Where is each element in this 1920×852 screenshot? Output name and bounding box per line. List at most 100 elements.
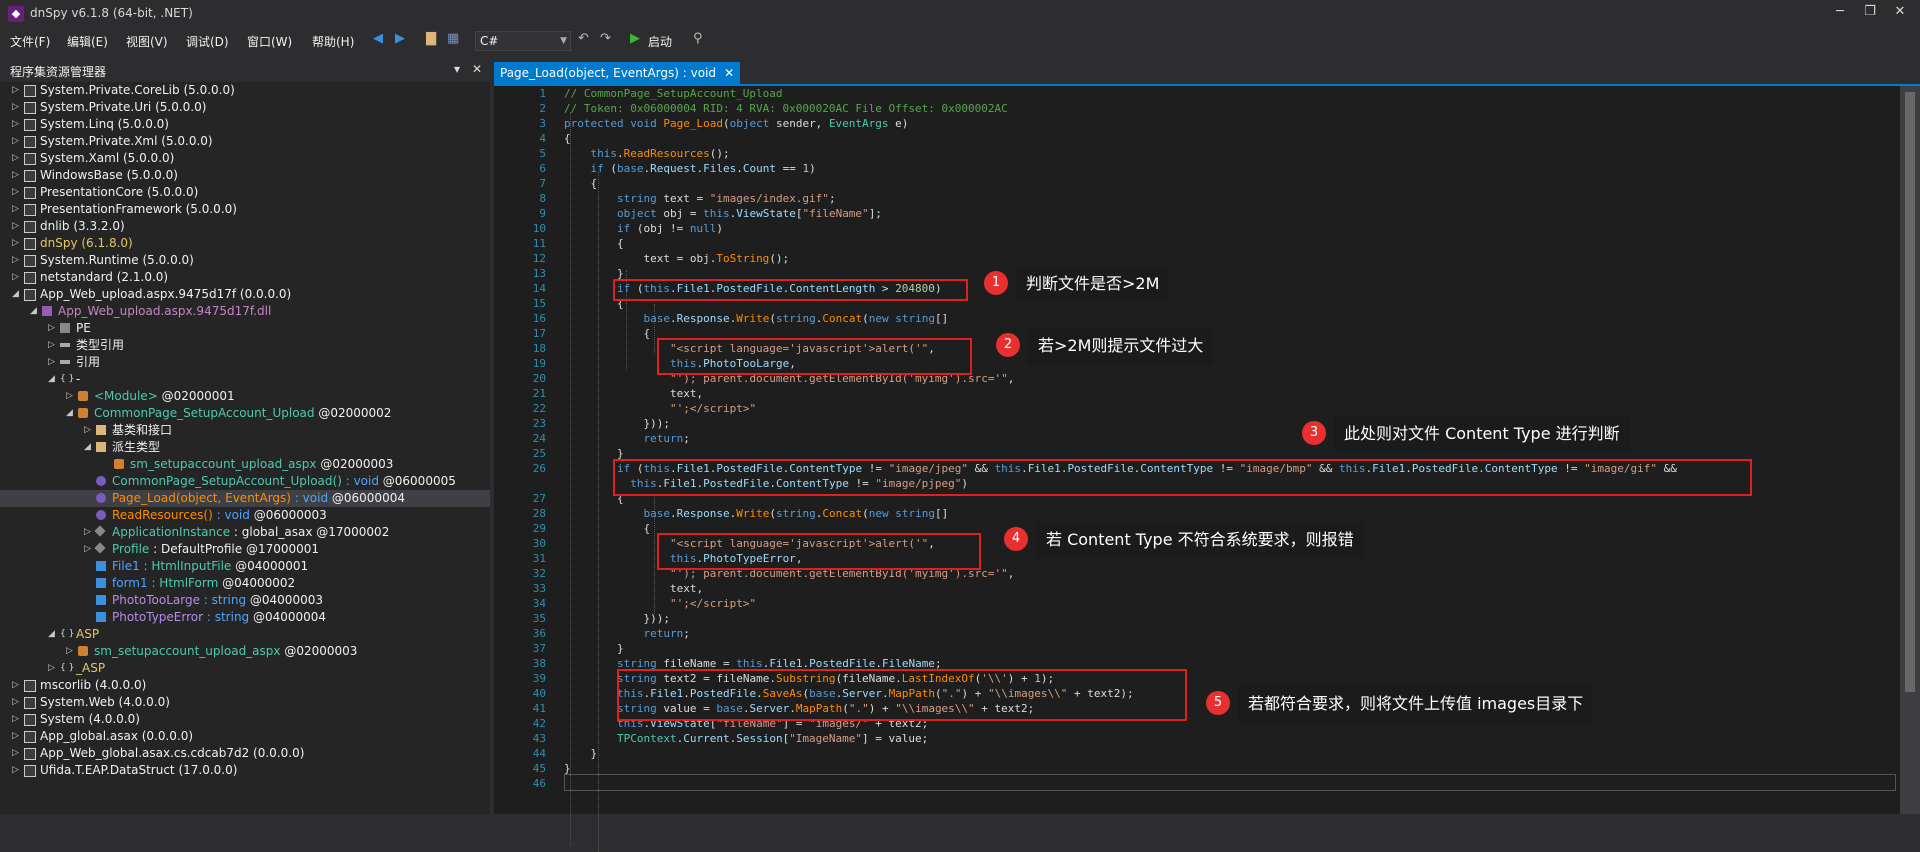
tree-item[interactable]: ▷ System.Linq (5.0.0.0) [0,116,490,133]
close-window-icon[interactable]: ✕ [1886,4,1914,19]
menu-window[interactable]: 窗口(W) [247,33,292,50]
tree-item[interactable]: ▷ System.Private.CoreLib (5.0.0.0) [0,82,490,99]
expand-arrow-icon[interactable]: ▷ [12,167,19,184]
menu-file[interactable]: 文件(F) [10,33,50,50]
tree-item[interactable]: ▷ System.Runtime (5.0.0.0) [0,252,490,269]
open-list-icon[interactable]: ▦ [447,31,459,51]
collapse-arrow-icon[interactable]: ◢ [12,286,19,303]
expand-arrow-icon[interactable]: ▷ [84,524,91,541]
expand-arrow-icon[interactable]: ▷ [12,252,19,269]
tree-item[interactable]: Page_Load(object, EventArgs) : void @060… [0,490,490,507]
menu-help[interactable]: 帮助(H) [312,33,354,50]
editor-vertical-scrollbar[interactable] [1900,86,1920,814]
expand-arrow-icon[interactable]: ▷ [12,201,19,218]
open-folder-icon[interactable]: ▇ [426,31,436,51]
tree-item[interactable]: ▷ 引用 [0,354,490,371]
expand-arrow-icon[interactable]: ▷ [12,99,19,116]
tab-page-load[interactable]: Page_Load(object, EventArgs) : void ✕ [494,62,741,84]
expand-arrow-icon[interactable]: ▷ [12,711,19,728]
close-tab-icon[interactable]: ✕ [724,66,734,80]
menu-debug[interactable]: 调试(D) [186,33,229,50]
tree-item[interactable]: ▷ PE [0,320,490,337]
tree-item[interactable]: ◢ CommonPage_SetupAccount_Upload @0200000… [0,405,490,422]
tree-item[interactable]: ▷ PresentationFramework (5.0.0.0) [0,201,490,218]
menu-edit[interactable]: 编辑(E) [67,33,108,50]
tree-item[interactable]: ▷ PresentationCore (5.0.0.0) [0,184,490,201]
expand-arrow-icon[interactable]: ▷ [12,184,19,201]
tree-item[interactable]: ◢ { } ASP [0,626,490,643]
code-editor[interactable]: 1 2 3 4 5 6 7 8 9 10 11 12 13 14 15 16 17 18 19 20 21 22 23 24 2… [494,86,1900,852]
expand-arrow-icon[interactable]: ▷ [12,694,19,711]
restore-icon[interactable]: ❐ [1856,4,1884,19]
tree-item[interactable]: PhotoTypeError : string @04000004 [0,609,490,626]
tree-item[interactable]: ▷ dnlib (3.3.2.0) [0,218,490,235]
tree-item[interactable]: ▷ App_global.asax (0.0.0.0) [0,728,490,745]
expand-arrow-icon[interactable]: ▷ [48,320,55,337]
expand-arrow-icon[interactable]: ▷ [48,337,55,354]
tree-item[interactable]: ▷ mscorlib (4.0.0.0) [0,677,490,694]
expand-arrow-icon[interactable]: ▷ [84,541,91,558]
tree-item[interactable]: ▷ { } _ASP [0,660,490,677]
tree-item[interactable]: ▷ <Module> @02000001 [0,388,490,405]
expand-arrow-icon[interactable]: ▷ [66,643,73,660]
expand-arrow-icon[interactable]: ▷ [48,354,55,371]
expand-arrow-icon[interactable]: ▷ [66,388,73,405]
search-icon[interactable]: ⚲ [693,31,703,51]
close-panel-icon[interactable]: ✕ [472,62,482,76]
menu-view[interactable]: 视图(V) [126,33,168,50]
forward-icon[interactable]: ▶ [395,31,405,51]
expand-arrow-icon[interactable]: ▷ [84,422,91,439]
tree-item[interactable]: ▷ netstandard (2.1.0.0) [0,269,490,286]
tree-item[interactable]: ▷ dnSpy (6.1.8.0) [0,235,490,252]
tree-item[interactable]: ▷ System.Web (4.0.0.0) [0,694,490,711]
tree-item[interactable]: ▷ System.Xaml (5.0.0.0) [0,150,490,167]
tree-item[interactable]: ◢ 派生类型 [0,439,490,456]
tree-item[interactable]: ▷ Profile : DefaultProfile @17000001 [0,541,490,558]
tree-item[interactable]: ▷ WindowsBase (5.0.0.0) [0,167,490,184]
redo-icon[interactable]: ↷ [600,31,611,51]
tree-item[interactable]: ▷ 类型引用 [0,337,490,354]
expand-arrow-icon[interactable]: ▷ [12,677,19,694]
expand-arrow-icon[interactable]: ▷ [12,728,19,745]
tree-item[interactable]: ▷ sm_setupaccount_upload_aspx @02000003 [0,643,490,660]
tree-item[interactable]: CommonPage_SetupAccount_Upload() : void … [0,473,490,490]
tree-item[interactable]: ▷ 基类和接口 [0,422,490,439]
scrollbar-thumb[interactable] [1905,92,1915,692]
collapse-arrow-icon[interactable]: ◢ [48,371,55,388]
tree-item[interactable]: ▷ Ufida.T.EAP.DataStruct (17.0.0.0) [0,762,490,779]
tree-item[interactable]: ▷ App_Web_global.asax.cs.cdcab7d2 (0.0.0.… [0,745,490,762]
expand-arrow-icon[interactable]: ▷ [12,762,19,779]
tree-item[interactable]: ◢ { } - [0,371,490,388]
expand-arrow-icon[interactable]: ▷ [12,82,19,99]
undo-icon[interactable]: ↶ [578,31,589,51]
tree-item[interactable]: sm_setupaccount_upload_aspx @02000003 [0,456,490,473]
expand-arrow-icon[interactable]: ▷ [12,745,19,762]
expand-arrow-icon[interactable]: ▷ [12,235,19,252]
start-icon[interactable]: ▶ [630,31,640,51]
expand-arrow-icon[interactable]: ▷ [12,269,19,286]
tree-item[interactable]: ▷ System.Private.Xml (5.0.0.0) [0,133,490,150]
tree-item[interactable]: File1 : HtmlInputFile @04000001 [0,558,490,575]
tree-item[interactable]: PhotoTooLarge : string @04000003 [0,592,490,609]
collapse-arrow-icon[interactable]: ◢ [30,303,37,320]
collapse-arrow-icon[interactable]: ◢ [48,626,55,643]
language-select[interactable]: C# ▼ [475,31,571,51]
back-icon[interactable]: ◀ [373,31,383,51]
tree-item[interactable]: ▷ System.Private.Uri (5.0.0.0) [0,99,490,116]
tree-item[interactable]: ◢ App_Web_upload.aspx.9475d17f.dll [0,303,490,320]
collapse-arrow-icon[interactable]: ◢ [84,439,91,456]
expand-arrow-icon[interactable]: ▷ [12,116,19,133]
tree-item[interactable]: ▷ System (4.0.0.0) [0,711,490,728]
collapse-arrow-icon[interactable]: ◢ [66,405,73,422]
tree-item[interactable]: ◢ App_Web_upload.aspx.9475d17f (0.0.0.0) [0,286,490,303]
expand-arrow-icon[interactable]: ▷ [48,660,55,677]
pin-icon[interactable]: ▾ [454,62,460,76]
expand-arrow-icon[interactable]: ▷ [12,133,19,150]
tree-item[interactable]: ReadResources() : void @06000003 [0,507,490,524]
start-button[interactable]: 启动 [648,33,672,53]
tree-item[interactable]: ▷ ApplicationInstance : global_asax @1700… [0,524,490,541]
expand-arrow-icon[interactable]: ▷ [12,150,19,167]
expand-arrow-icon[interactable]: ▷ [12,218,19,235]
tree-item[interactable]: form1 : HtmlForm @04000002 [0,575,490,592]
minimize-icon[interactable]: ─ [1826,4,1854,19]
